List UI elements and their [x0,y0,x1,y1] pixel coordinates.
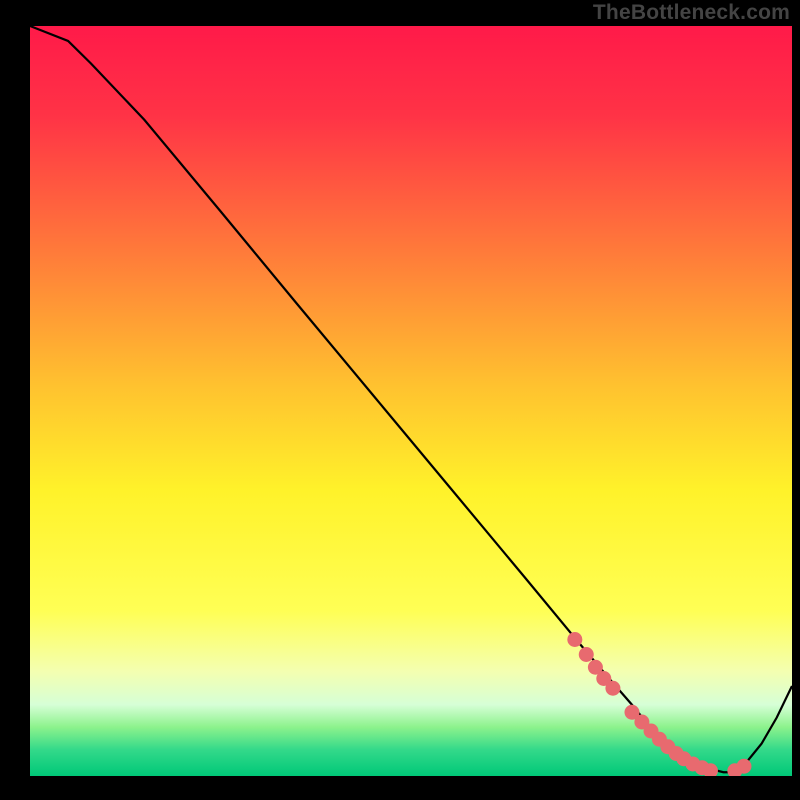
data-marker [736,759,751,774]
data-marker [567,632,582,647]
data-marker [605,681,620,696]
data-marker [579,647,594,662]
data-marker [703,763,718,778]
bottleneck-chart [0,0,800,800]
gradient-background [30,26,792,776]
chart-container: TheBottleneck.com [0,0,800,800]
